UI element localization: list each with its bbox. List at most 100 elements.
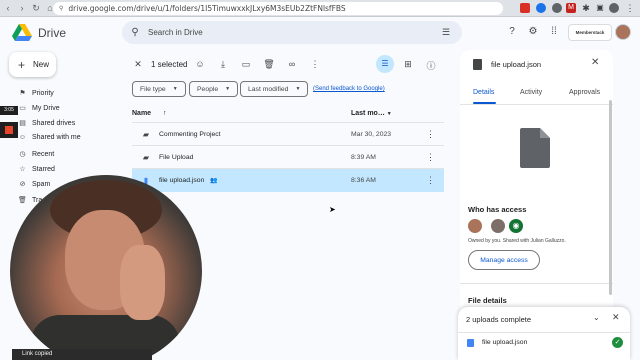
close-icon[interactable]: ✕ [591,57,599,68]
recording-timer: 3:05 [0,106,18,115]
sidebar-item-label: Shared drives [32,119,76,127]
trash-icon: 🗑 [18,197,27,204]
caret-down-icon: ▼ [172,86,178,92]
file-name: Commenting Project [159,131,221,138]
back-icon[interactable]: ‹ [2,3,14,13]
tab-approvals[interactable]: Approvals [569,89,600,96]
address-bar[interactable]: ⚲ drive.google.com/drive/u/1/folders/1I5… [53,2,503,15]
stop-icon [5,126,13,134]
modified-column-header[interactable]: Last mo… ▼ [351,110,392,117]
account-avatar[interactable] [615,24,631,40]
star-icon: ☆ [19,166,26,173]
forward-icon[interactable]: › [16,3,28,13]
table-row-selected[interactable]: ▮ file upload.json 👥 8:36 AM ⋮ [132,169,444,192]
sharing-summary: Owned by you. Shared with Julian Galluzz… [468,238,566,244]
avatar[interactable] [491,219,505,233]
org-badge-label: Memberstack [575,30,605,35]
selected-count: 1 selected [151,60,188,69]
sidebar-item-starred[interactable]: ☆ Starred [17,165,55,174]
flag-icon: ⚑ [19,90,26,97]
lock-icon: ⚲ [59,5,64,12]
webcam-hand [120,245,165,320]
mouse-cursor-icon: ➤ [329,205,336,214]
more-icon[interactable]: ⋮ [426,175,435,186]
new-button[interactable]: + New [9,52,56,77]
reload-icon[interactable]: ↻ [30,3,42,14]
sidebar-item-my-drive[interactable]: ▭ My Drive [17,104,60,113]
last-modified-filter[interactable]: Last modified ▼ [240,81,309,97]
table-row[interactable]: ▰ File Upload 8:39 AM ⋮ [132,146,444,169]
settings-icon[interactable]: ⚙ [527,26,539,38]
sidebar-item-spam[interactable]: ⊘ Spam [17,180,51,189]
people-filter[interactable]: People ▼ [189,81,239,97]
shared-drives-icon: ▤ [19,120,26,127]
search-icon[interactable]: ⚲ [122,27,148,38]
file-type-filter[interactable]: File type ▼ [132,81,186,97]
shared-with-me-icon: ☺ [18,134,27,141]
name-column-header[interactable]: Name ↑ [132,110,167,117]
avatar[interactable] [468,219,482,233]
sidebar-item-priority[interactable]: ⚑ Priority [17,89,53,98]
shared-folder-icon: ▰ [142,130,150,139]
caret-down-icon: ▼ [225,86,231,92]
tab-details[interactable]: Details [473,89,494,96]
chip-label: People [197,85,219,93]
uploads-title: 2 uploads complete [466,315,532,324]
divider [458,332,630,333]
more-icon[interactable]: ⋮ [426,152,435,163]
file-details-heading: File details [468,296,507,305]
sidebar-item-label: My Drive [32,104,60,112]
sidebar-item-label: Spam [32,180,51,188]
table-row[interactable]: ▰ Commenting Project Mar 30, 2023 ⋮ [132,123,444,146]
sidebar-item-label: Shared with me [32,134,81,141]
grid-view-icon[interactable]: ⊞ [402,59,414,70]
org-badge[interactable]: Memberstack [568,24,612,41]
webcam-bubble[interactable] [10,175,202,360]
clear-selection-icon[interactable]: ✕ [132,59,144,70]
chevron-down-icon[interactable]: ⌄ [593,313,600,322]
apps-grid-icon[interactable]: ⁞⁞ [548,26,560,38]
search-bar[interactable]: ⚲ Search in Drive ☰ [122,21,462,44]
puzzle-icon[interactable]: ✱ [581,3,591,13]
help-icon[interactable]: ? [506,26,518,38]
manage-access-button[interactable]: Manage access [468,250,540,270]
uploads-panel: 2 uploads complete ⌄ ✕ file upload.json … [458,307,630,360]
modified-date: 8:36 AM [351,177,376,184]
clock-icon: ◷ [19,151,26,158]
share-icon[interactable]: ☺ [194,59,206,69]
sidebar-item-label: Starred [32,165,55,173]
uploaded-file-name[interactable]: file upload.json [482,339,527,346]
info-icon[interactable]: ⓘ [425,59,437,72]
search-options-icon[interactable]: ☰ [442,27,462,38]
copy-link-icon[interactable]: ∞ [286,59,298,69]
search-input[interactable]: Search in Drive [148,28,442,37]
file-icon [473,59,482,70]
move-icon[interactable]: ▭ [240,59,252,70]
sidebar-item-shared-drives[interactable]: ▤ Shared drives [17,119,76,128]
sidebar-item-shared-with-me[interactable]: ☺ Shared with me [17,134,81,141]
globe-icon[interactable]: ◉ [509,219,523,233]
tab-activity[interactable]: Activity [520,89,542,96]
check-icon: ✓ [612,337,623,348]
download-icon[interactable]: ⤓ [217,59,229,70]
drive-logo-icon[interactable] [12,24,32,41]
send-feedback-link[interactable]: (Send feedback to Google) [313,86,385,92]
close-icon[interactable]: ✕ [612,312,620,323]
tab-search-icon[interactable]: ▣ [595,3,605,13]
sidebar-item-label: Recent [32,150,55,158]
sidebar-item-recent[interactable]: ◷ Recent [17,150,55,159]
file-name: file upload.json [159,177,205,184]
more-actions-icon[interactable]: ⋮ [309,59,321,70]
blue-extension-icon[interactable] [536,3,546,13]
more-icon[interactable]: ⋮ [426,129,435,140]
filter-toggle-icon[interactable]: ☰ [376,55,394,73]
m-extension-icon[interactable]: M [566,3,576,13]
browser-menu-icon[interactable]: ⋮ [625,3,635,13]
stop-recording-button[interactable] [0,122,18,138]
profile-icon[interactable] [609,3,619,13]
panel-scrollbar[interactable] [609,100,612,295]
red-extension-icon[interactable] [520,3,530,13]
delete-icon[interactable]: 🗑 [263,59,275,70]
grey-extension-icon[interactable] [552,3,562,13]
file-preview-icon [520,128,550,168]
